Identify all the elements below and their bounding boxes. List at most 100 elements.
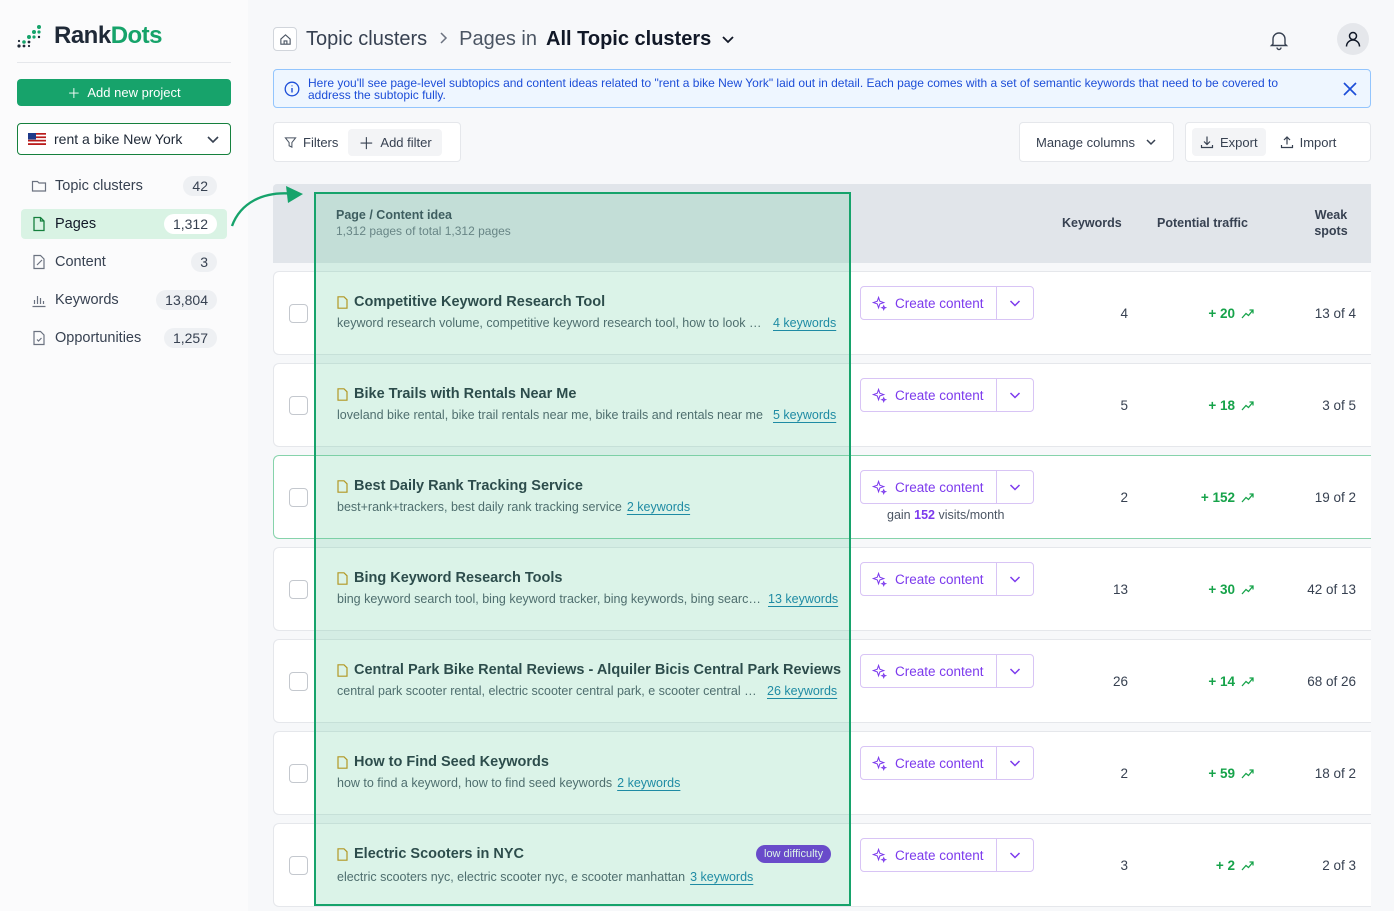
import-button[interactable]: Import	[1272, 128, 1345, 156]
bell-icon[interactable]	[1268, 29, 1290, 51]
row-checkbox[interactable]	[289, 856, 308, 875]
sidebar-item-pages[interactable]: Pages 1,312	[21, 209, 227, 239]
sidebar: RankDots ＋ Add new project rent a bike N…	[0, 0, 248, 911]
sparkle-icon	[872, 847, 887, 863]
row-checkbox[interactable]	[289, 396, 308, 415]
create-content-dropdown[interactable]	[997, 287, 1033, 319]
row-title[interactable]: Bike Trails with Rentals Near Me	[337, 386, 576, 402]
nav-label: Pages	[55, 216, 97, 232]
export-button[interactable]: Export	[1192, 128, 1266, 156]
sidebar-item-keywords[interactable]: Keywords 13,804	[21, 285, 227, 315]
nav-count: 1,257	[163, 328, 217, 348]
close-icon[interactable]	[1342, 81, 1358, 97]
logo[interactable]: RankDots	[17, 22, 163, 50]
filters-label[interactable]: Filters	[303, 135, 338, 150]
create-content-dropdown[interactable]	[997, 839, 1033, 871]
row-keyword-list: electric scooters nyc, electric scooter …	[337, 870, 686, 884]
trend-up-icon	[1241, 401, 1254, 411]
keywords-link[interactable]: 2 keywords	[617, 776, 680, 790]
traffic-value: + 152	[1200, 490, 1235, 505]
create-content-group: Create content	[860, 286, 1034, 320]
create-content-dropdown[interactable]	[997, 379, 1033, 411]
create-content-label: Create content	[895, 755, 984, 771]
create-content-button[interactable]: Create content	[861, 287, 997, 319]
gain-label: gain	[887, 508, 911, 522]
keywords-link[interactable]: 13 keywords	[768, 592, 838, 606]
download-icon	[1200, 136, 1214, 149]
col-keywords-header[interactable]: Keywords	[1062, 216, 1122, 230]
sparkle-icon	[872, 755, 887, 771]
user-avatar-button[interactable]	[1337, 23, 1369, 55]
us-flag-icon	[28, 133, 46, 145]
row-title[interactable]: Bing Keyword Research Tools	[337, 570, 562, 586]
manage-columns-button[interactable]: Manage columns	[1019, 122, 1174, 162]
create-content-button[interactable]: Create content	[861, 379, 997, 411]
create-content-button[interactable]: Create content	[861, 747, 997, 779]
gain-unit: visits/month	[938, 508, 1005, 522]
create-content-label: Create content	[895, 663, 984, 679]
row-title[interactable]: Central Park Bike Rental Reviews - Alqui…	[337, 662, 841, 678]
row-title[interactable]: Electric Scooters in NYC	[337, 846, 524, 862]
export-import-group: Export Import	[1185, 122, 1371, 162]
keyword-count: 3	[1120, 858, 1128, 873]
create-content-dropdown[interactable]	[997, 655, 1033, 687]
add-filter-label: Add filter	[380, 134, 432, 150]
table-row: Competitive Keyword Research Tool keywor…	[273, 271, 1371, 355]
row-keywords: how to find a keyword, how to find seed …	[337, 776, 680, 790]
add-new-project-button[interactable]: ＋ Add new project	[17, 79, 231, 106]
row-title[interactable]: How to Find Seed Keywords	[337, 754, 549, 770]
table-row: Bing Keyword Research Tools bing keyword…	[273, 547, 1371, 631]
row-checkbox[interactable]	[289, 488, 308, 507]
table-row: How to Find Seed Keywords how to find a …	[273, 731, 1371, 815]
create-content-button[interactable]: Create content	[861, 839, 997, 871]
project-select[interactable]: rent a bike New York	[17, 123, 231, 155]
pages-count-text: 1,312 pages of total 1,312 pages	[336, 224, 511, 238]
gain-value: 152	[914, 508, 935, 522]
page-icon	[337, 755, 348, 769]
col-page-header[interactable]: Page / Content idea	[336, 208, 452, 222]
col-traffic-header[interactable]: Potential traffic	[1157, 216, 1248, 230]
export-label: Export	[1220, 134, 1258, 150]
keywords-link[interactable]: 26 keywords	[767, 684, 837, 698]
keywords-link[interactable]: 5 keywords	[773, 408, 836, 422]
weak-spots: 3 of 5	[1322, 398, 1356, 413]
row-keywords: electric scooters nyc, electric scooter …	[337, 870, 753, 884]
keywords-link[interactable]: 3 keywords	[690, 870, 753, 884]
create-content-button[interactable]: Create content	[861, 471, 997, 503]
chevron-down-icon[interactable]	[720, 31, 736, 47]
keywords-link[interactable]: 2 keywords	[627, 500, 690, 514]
keyword-count: 2	[1120, 490, 1128, 505]
row-checkbox[interactable]	[289, 764, 308, 783]
row-checkbox[interactable]	[289, 304, 308, 323]
sidebar-nav: Topic clusters 42 Pages 1,312 Content 3 …	[21, 171, 227, 361]
create-content-dropdown[interactable]	[997, 563, 1033, 595]
table-row: Best Daily Rank Tracking Service best+ra…	[273, 455, 1371, 539]
trend-up-icon	[1241, 493, 1254, 503]
row-title-text: Bing Keyword Research Tools	[354, 570, 563, 586]
home-button[interactable]	[273, 27, 297, 51]
col-weak-spots-header[interactable]: Weak spots	[1314, 208, 1348, 238]
sidebar-item-opportunities[interactable]: Opportunities 1,257	[21, 323, 227, 353]
row-checkbox[interactable]	[289, 672, 308, 691]
create-content-button[interactable]: Create content	[861, 655, 997, 687]
keywords-link[interactable]: 4 keywords	[773, 316, 836, 330]
sidebar-item-topic-clusters[interactable]: Topic clusters 42	[21, 171, 227, 201]
chevron-down-icon	[207, 136, 219, 144]
add-filter-button[interactable]: ＋ Add filter	[348, 128, 442, 156]
create-content-group: Create content	[860, 838, 1034, 872]
row-title-text: How to Find Seed Keywords	[354, 754, 549, 770]
nav-label: Content	[55, 254, 106, 270]
row-title[interactable]: Best Daily Rank Tracking Service	[337, 478, 583, 494]
create-content-dropdown[interactable]	[997, 747, 1033, 779]
chevron-down-icon	[1009, 760, 1021, 767]
sidebar-item-content[interactable]: Content 3	[21, 247, 227, 277]
info-icon	[284, 81, 300, 97]
trend-up-icon	[1241, 861, 1254, 871]
create-content-dropdown[interactable]	[997, 471, 1033, 503]
topic-cluster-select[interactable]: All Topic clusters	[546, 28, 711, 51]
row-title[interactable]: Competitive Keyword Research Tool	[337, 294, 605, 310]
breadcrumb-topic-clusters[interactable]: Topic clusters	[306, 28, 427, 51]
page-icon	[337, 571, 348, 585]
row-checkbox[interactable]	[289, 580, 308, 599]
create-content-button[interactable]: Create content	[861, 563, 997, 595]
